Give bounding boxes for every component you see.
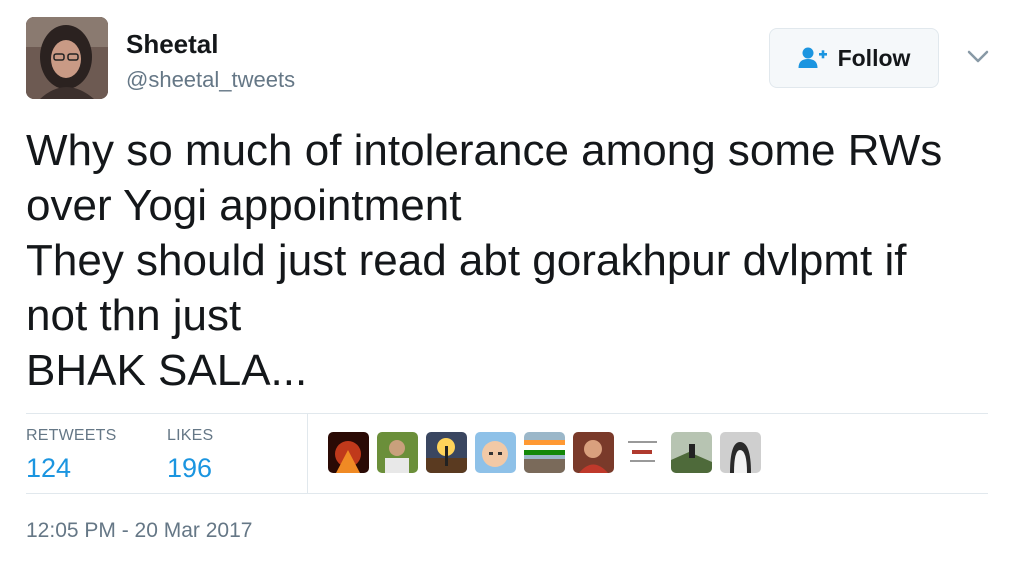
tweet-text: Why so much of intolerance among some RW… <box>26 123 998 398</box>
liker-avatar[interactable] <box>426 432 467 473</box>
liker-avatar[interactable] <box>671 432 712 473</box>
retweets-count: 124 <box>26 453 72 483</box>
stats-separator <box>307 414 308 494</box>
liker-avatar[interactable] <box>475 432 516 473</box>
liked-by-avatars <box>328 432 761 473</box>
tweet-line: Why so much of intolerance among some RW… <box>26 126 943 175</box>
retweets-label: RETWEETS <box>26 427 117 444</box>
likes-count: 196 <box>167 453 213 483</box>
avatar-photo <box>26 17 108 99</box>
liker-avatar[interactable] <box>524 432 565 473</box>
tweet-line: BHAK SALA... <box>26 346 308 395</box>
liker-avatar[interactable] <box>622 432 663 473</box>
liker-avatar[interactable] <box>720 432 761 473</box>
user-handle[interactable]: @sheetal_tweets <box>126 67 295 93</box>
user-name[interactable]: Sheetal <box>126 29 219 60</box>
avatar[interactable] <box>26 17 108 99</box>
retweets-stat[interactable]: RETWEETS 124 <box>26 427 117 484</box>
chevron-down-icon[interactable] <box>966 47 990 67</box>
liker-avatar[interactable] <box>328 432 369 473</box>
tweet-line: They should just read abt gorakhpur dvlp… <box>26 236 907 285</box>
liker-avatar[interactable] <box>377 432 418 473</box>
likes-stat[interactable]: LIKES 196 <box>167 427 213 484</box>
tweet-line: over Yogi appointment <box>26 181 462 230</box>
follow-button[interactable]: Follow <box>769 28 939 88</box>
liker-avatar[interactable] <box>573 432 614 473</box>
add-user-icon <box>798 47 827 68</box>
tweet-timestamp[interactable]: 12:05 PM - 20 Mar 2017 <box>26 519 252 543</box>
divider <box>26 493 988 494</box>
tweet-line: not thn just <box>26 291 242 340</box>
follow-label: Follow <box>837 44 911 71</box>
divider <box>26 413 988 414</box>
tweet-header: Sheetal @sheetal_tweets Follow <box>26 17 998 101</box>
likes-label: LIKES <box>167 427 214 444</box>
